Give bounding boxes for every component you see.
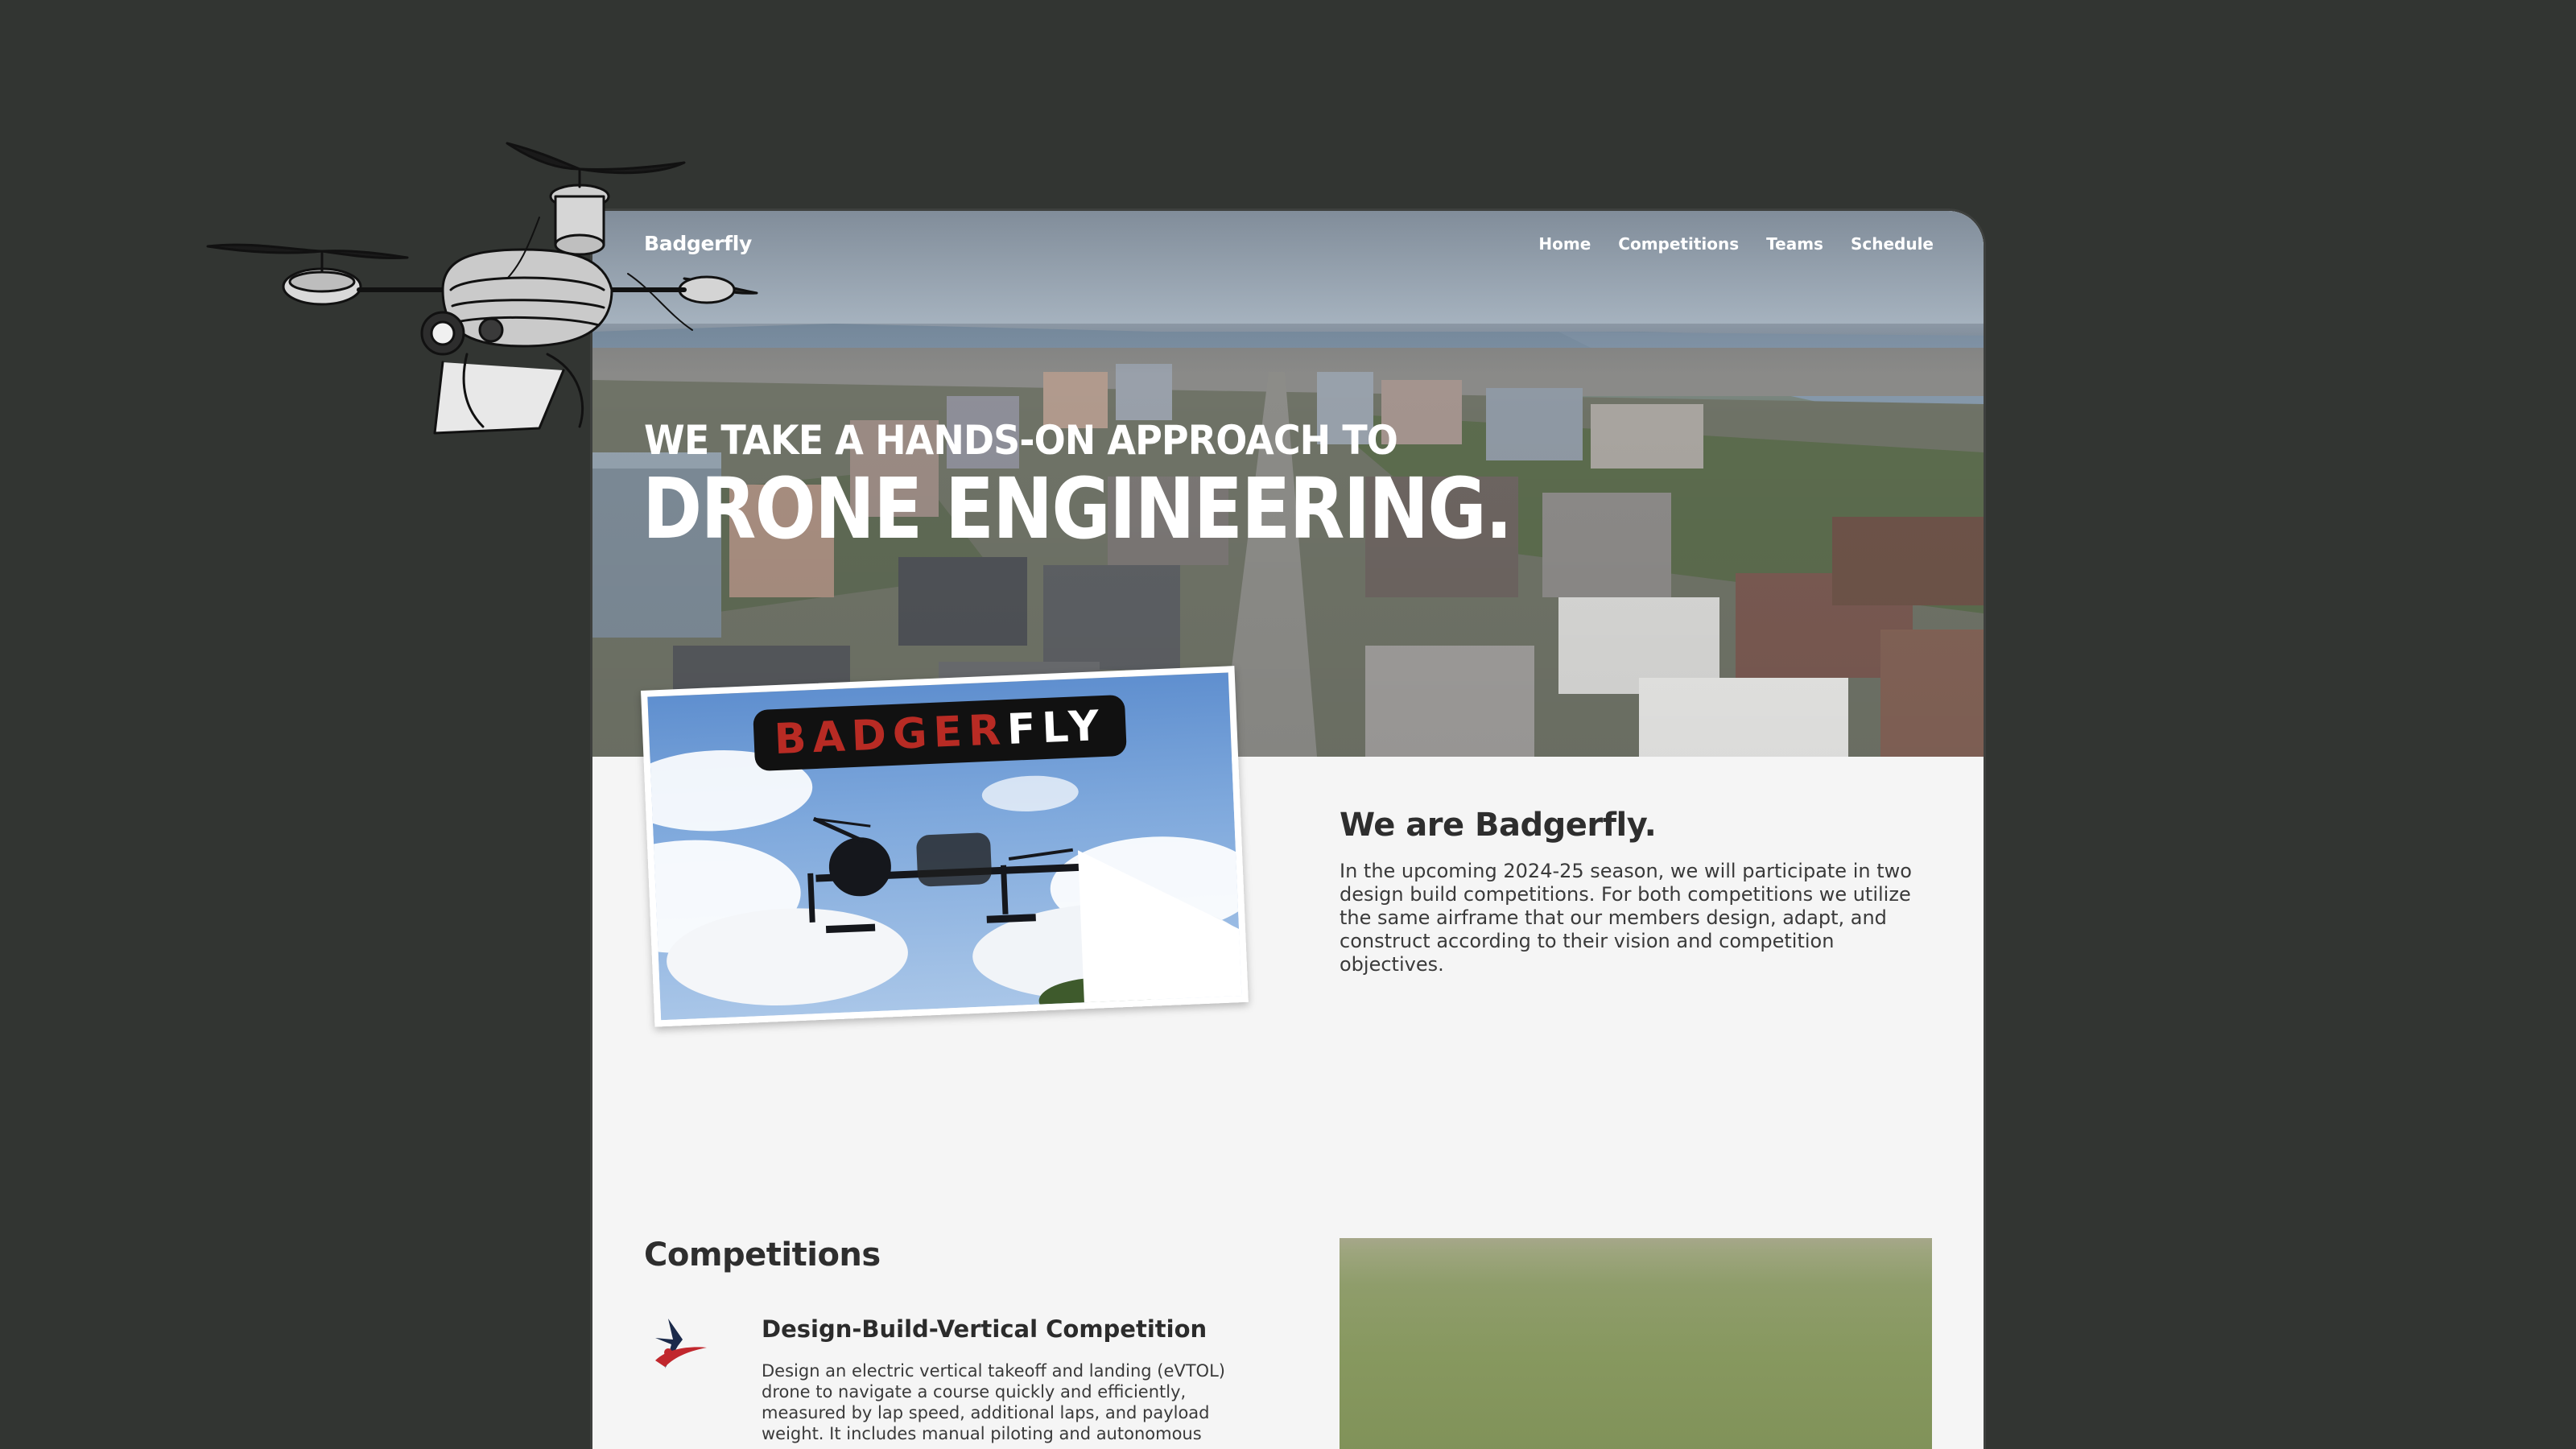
play-icon xyxy=(1077,850,1249,1027)
play-button[interactable] xyxy=(915,832,1249,1027)
nav-link-competitions[interactable]: Competitions xyxy=(1618,234,1739,254)
nav-link-home[interactable]: Home xyxy=(1538,234,1591,254)
logo-text-white: FLY xyxy=(1005,701,1107,754)
stage: Badgerfly Home Competitions Teams Schedu… xyxy=(0,0,2576,1449)
main-nav: Home Competitions Teams Schedule xyxy=(1538,234,1934,254)
logo-text-red: BADGER xyxy=(773,706,1009,765)
nav-link-teams[interactable]: Teams xyxy=(1766,234,1823,254)
website-page: Badgerfly Home Competitions Teams Schedu… xyxy=(592,211,1984,1449)
hero-section: Badgerfly Home Competitions Teams Schedu… xyxy=(592,211,1984,757)
drone-sketch-icon xyxy=(206,142,758,435)
competition-logo-icon xyxy=(655,1319,707,1368)
nav-link-schedule[interactable]: Schedule xyxy=(1851,234,1934,254)
competition-field-photo xyxy=(1340,1238,1932,1449)
about-heading: We are Badgerfly. xyxy=(1340,807,1657,844)
competition-name: Design-Build-Vertical Competition xyxy=(762,1315,1208,1343)
about-paragraph: In the upcoming 2024-25 season, we will … xyxy=(1340,860,1912,976)
competition-description: Design an electric vertical takeoff and … xyxy=(762,1361,1225,1443)
competitions-heading: Competitions xyxy=(644,1236,881,1274)
intro-video-thumbnail[interactable]: BADGER FLY xyxy=(641,666,1249,1027)
hero-heading: DRONE ENGINEERING. xyxy=(642,460,1513,558)
